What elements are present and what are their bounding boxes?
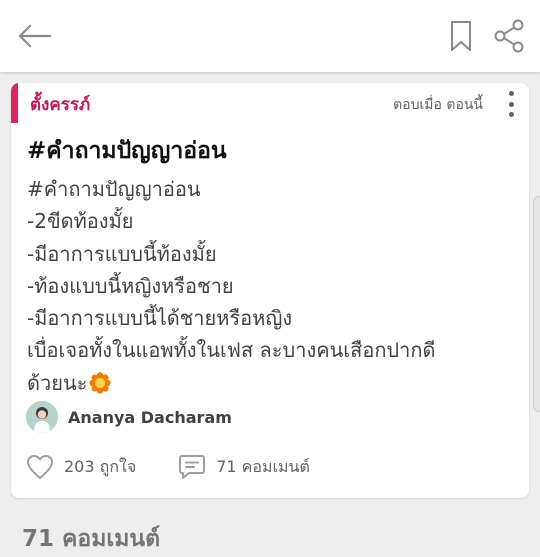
more-dot-icon (508, 101, 514, 107)
category-accent-bar (11, 83, 18, 123)
comment-count: 71 คอมเมนต์ (216, 456, 310, 476)
post-card: ตั้งครรภ์ ตอบเมื่อ ตอนนี้ #คำถามปัญญาอ่อ… (11, 83, 529, 498)
avatar[interactable] (26, 401, 58, 433)
more-options-button[interactable] (503, 91, 519, 117)
post-title: #คำถามปัญญาอ่อน (27, 138, 227, 164)
body-line: -2ขีดท้องมั้ย (27, 209, 134, 234)
author-row[interactable]: Ananya Dacharam (26, 401, 232, 433)
body-line: #คำถามปัญญาอ่อน (27, 177, 201, 201)
comments-heading: 71 คอมเมนต์ (22, 526, 161, 552)
body-line: ด้วยนะ (27, 370, 88, 395)
more-dot-icon (508, 91, 514, 96)
avatar-person-icon (26, 401, 58, 433)
top-bar (0, 0, 540, 72)
scroll-indicator[interactable] (533, 196, 540, 412)
post-actions: 203 ถูกใจ 71 คอมเมนต์ (26, 454, 310, 480)
comment-button[interactable]: 71 คอมเมนต์ (178, 454, 310, 480)
back-button[interactable] (12, 14, 58, 58)
back-arrow-icon (18, 24, 52, 48)
like-count: 203 ถูกใจ (64, 456, 137, 476)
share-button[interactable] (488, 14, 530, 58)
comment-icon (179, 455, 206, 479)
body-line: -มีอาการแบบนี้ท้องมั้ย (27, 241, 217, 266)
answered-status: ตอบเมื่อ ตอนนี้ (393, 97, 483, 113)
category-tag[interactable]: ตั้งครรภ์ (30, 91, 90, 118)
post-body: #คำถามปัญญาอ่อน -2ขีดท้องมั้ย -มีอาการแบ… (27, 173, 523, 399)
more-dot-icon (508, 112, 514, 117)
share-icon (494, 19, 524, 53)
flower-emoji-icon (89, 372, 112, 394)
body-line: -ท้องแบบนี้หญิงหรือชาย (27, 273, 234, 298)
bookmark-icon (451, 21, 471, 51)
bookmark-button[interactable] (444, 14, 478, 58)
body-line: -มีอาการแบบนี้ได้ชายหรือหญิง (27, 306, 293, 331)
like-button[interactable]: 203 ถูกใจ (26, 454, 136, 480)
heart-icon (27, 455, 53, 479)
author-name[interactable]: Ananya Dacharam (68, 408, 232, 427)
body-line-last: ด้วยนะ (27, 367, 523, 399)
body-line: เบื่อเจอทั้งในแอพทั้งในเฟส ละบางคนเสือกป… (27, 338, 436, 363)
